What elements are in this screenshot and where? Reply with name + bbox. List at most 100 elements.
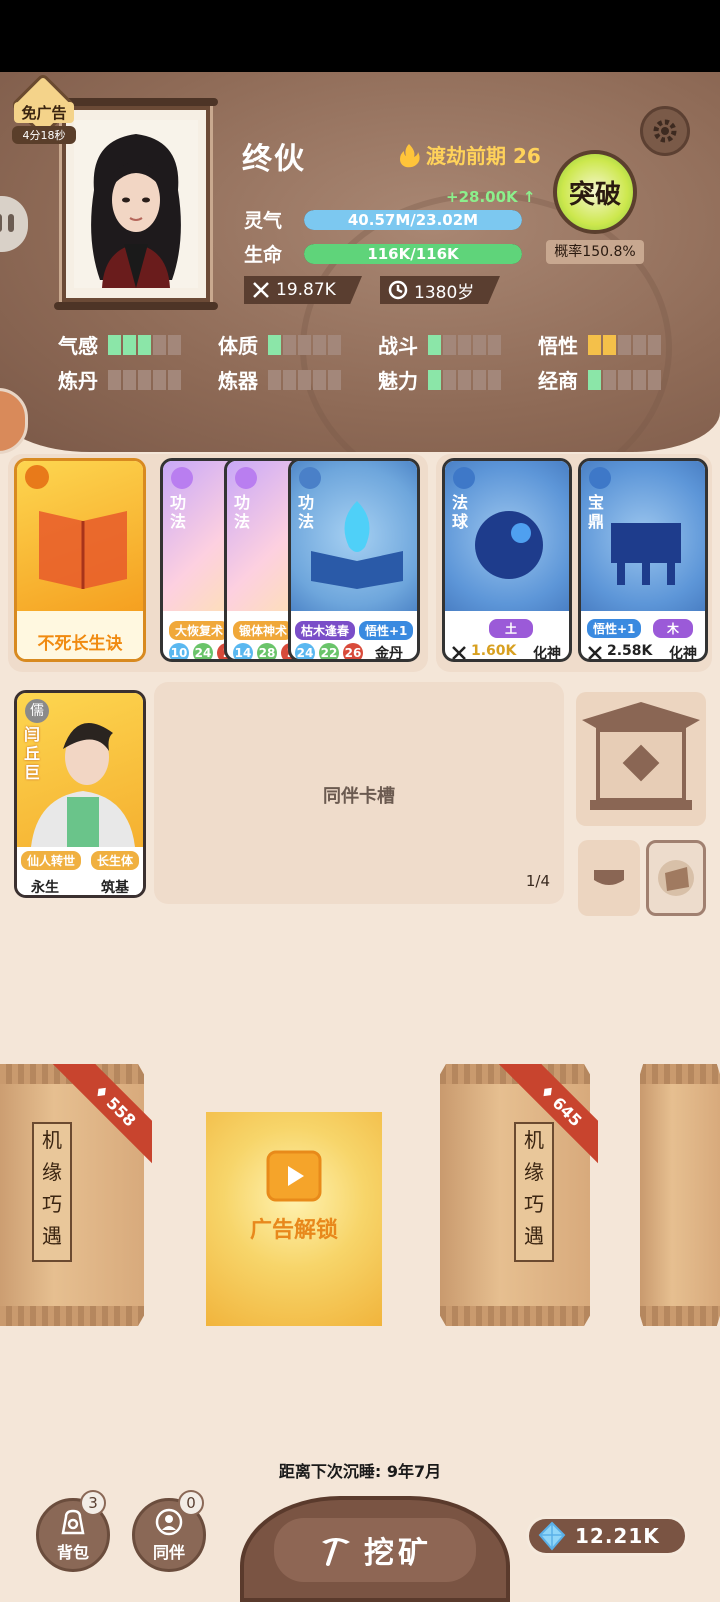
- shrine-button[interactable]: [576, 692, 706, 826]
- life-row: 生命 116K/116K: [244, 240, 522, 267]
- ad-unlock-label: 广告解锁: [249, 1218, 338, 1243]
- attribute-pip: [648, 334, 661, 355]
- skill-type-icon: [235, 467, 257, 489]
- companion-slot-count: 1/4: [525, 872, 550, 890]
- lifespan-icon: [388, 280, 408, 300]
- swords-icon: [253, 282, 269, 298]
- fortune-bag-1-cost: ♦ 558: [42, 1064, 152, 1174]
- attribute-item: 魅力: [378, 365, 538, 394]
- age-value: 1380岁: [414, 282, 475, 303]
- skill-card-1-tag: 大恢复术: [169, 621, 230, 640]
- gem-balance[interactable]: 12.21K: [526, 1516, 688, 1556]
- attribute-pip: [618, 334, 631, 355]
- skill-card-3-stat-1: 24: [295, 643, 315, 659]
- cauldron-realm: 化神: [669, 646, 697, 662]
- fortune-bag-3-body: [640, 1064, 720, 1326]
- companion-tag-1: 仙人转世: [21, 851, 82, 870]
- cauldron-power: 2.58K: [607, 643, 653, 659]
- shrine-icon: [582, 702, 700, 810]
- bag-cost-value: 558: [102, 1092, 141, 1131]
- skill-card-2-tag: 锻体神术: [233, 621, 294, 640]
- skill-card-3-realm: 金丹: [375, 646, 403, 662]
- skill-card-3-type: 功法: [297, 493, 314, 531]
- attribute-level: [428, 369, 501, 390]
- combat-power-chip: 19.87K: [244, 276, 362, 304]
- gem-icon: [538, 1521, 566, 1551]
- skill-card-3[interactable]: 功法 枯木逢春 悟性+1 24 22 26 金丹: [288, 458, 420, 662]
- skill-card-1-stat-2: 24: [193, 643, 213, 659]
- swords-icon: [588, 646, 602, 659]
- skill-card-2-stat-2: 28: [257, 643, 277, 659]
- attribute-pip: [488, 334, 501, 355]
- attribute-pip: [298, 369, 311, 390]
- status-bar: [0, 0, 720, 72]
- companion-realm: 筑基: [101, 880, 129, 896]
- attribute-level: [588, 369, 661, 390]
- gem-count: 12.21K: [575, 1524, 660, 1548]
- attribute-level: [268, 369, 341, 390]
- flame-icon: [400, 143, 420, 167]
- remove-ads-label: 免广告: [14, 102, 74, 123]
- fortune-bag-1[interactable]: 机 缘 巧 遇 ♦ 558: [0, 1064, 152, 1326]
- skill-type-icon: [299, 467, 321, 489]
- companion-slot-panel[interactable]: 同伴卡槽 1/4: [154, 682, 564, 904]
- main-skill-title: 不死长生诀: [37, 634, 123, 654]
- character-name: 终伙: [242, 142, 306, 177]
- mine-button[interactable]: 挖矿: [240, 1496, 510, 1602]
- qi-value: 40.57M/23.02M: [347, 210, 479, 229]
- orb-card[interactable]: 法球 土 1.60K 化神: [442, 458, 572, 662]
- attribute-item: 经商: [538, 365, 698, 394]
- chest-button[interactable]: [578, 840, 640, 916]
- cauldron-card[interactable]: 宝鼎 悟性+1 木 2.58K 化神: [578, 458, 708, 662]
- skill-card-3-tag-2: 悟性+1: [359, 621, 414, 640]
- mine-label: 挖矿: [364, 1536, 432, 1571]
- attribute-pip: [108, 369, 121, 390]
- attribute-name: 炼丹: [58, 369, 98, 393]
- pause-icon: [0, 214, 2, 232]
- attribute-pip: [428, 334, 441, 355]
- pause-icon-bar: [8, 214, 14, 232]
- attribute-name: 经商: [538, 369, 578, 393]
- realm-label: 渡劫前期 26: [426, 144, 541, 168]
- cauldron-element-tag: 木: [653, 619, 694, 638]
- settings-button[interactable]: [640, 106, 690, 156]
- bag-cost-value: 645: [548, 1092, 587, 1131]
- main-skill-art: [17, 461, 143, 611]
- book-icon: [25, 465, 127, 589]
- attribute-name: 战斗: [378, 334, 418, 358]
- breakthrough-button[interactable]: 突破 概率150.8%: [546, 150, 644, 264]
- fortune-bag-3-partial[interactable]: [640, 1064, 720, 1326]
- attribute-item: 炼丹: [58, 365, 218, 394]
- attribute-pip: [328, 369, 341, 390]
- bag-char: 遇: [524, 1224, 544, 1248]
- attribute-pip: [618, 369, 631, 390]
- attribute-pip: [443, 369, 456, 390]
- companion-school-badge: 儒: [25, 699, 49, 723]
- remove-ads-button[interactable]: 免广告 4分18秒: [6, 72, 78, 144]
- skill-card-3-stat-2: 22: [319, 643, 339, 659]
- cauldron-tag: 悟性+1: [587, 619, 642, 638]
- bag-char: 遇: [42, 1224, 62, 1248]
- qi-gain-rate: +28.00K ↑: [446, 188, 536, 206]
- companion-badge: 0: [178, 1490, 204, 1516]
- attribute-pip: [123, 369, 136, 390]
- character-portrait[interactable]: [54, 98, 218, 310]
- attribute-pip: [488, 369, 501, 390]
- attribute-pip: [328, 334, 341, 355]
- backpack-label: 背包: [56, 1543, 89, 1562]
- scroll-button[interactable]: [646, 840, 706, 916]
- companion-label: 同伴: [152, 1543, 185, 1562]
- gear-icon: [653, 119, 677, 143]
- companion-slot-title: 同伴卡槽: [323, 786, 395, 807]
- attribute-item: 战斗: [378, 330, 538, 359]
- ad-unlock-bag[interactable]: 广告解锁: [206, 1112, 382, 1326]
- main-skill-card[interactable]: 不死长生诀: [14, 458, 146, 662]
- attribute-pip: [428, 369, 441, 390]
- orb-realm: 化神: [533, 646, 561, 662]
- attribute-item: 气感: [58, 330, 218, 359]
- fortune-bag-2[interactable]: 机 缘 巧 遇 ♦ 645: [440, 1064, 598, 1326]
- attribute-name: 炼器: [218, 369, 258, 393]
- orb-element-tag: 土: [489, 619, 534, 638]
- attribute-name: 悟性: [538, 334, 578, 358]
- companion-card[interactable]: 儒 闫丘巨 仙人转世 长生体 永生 筑基: [14, 690, 146, 898]
